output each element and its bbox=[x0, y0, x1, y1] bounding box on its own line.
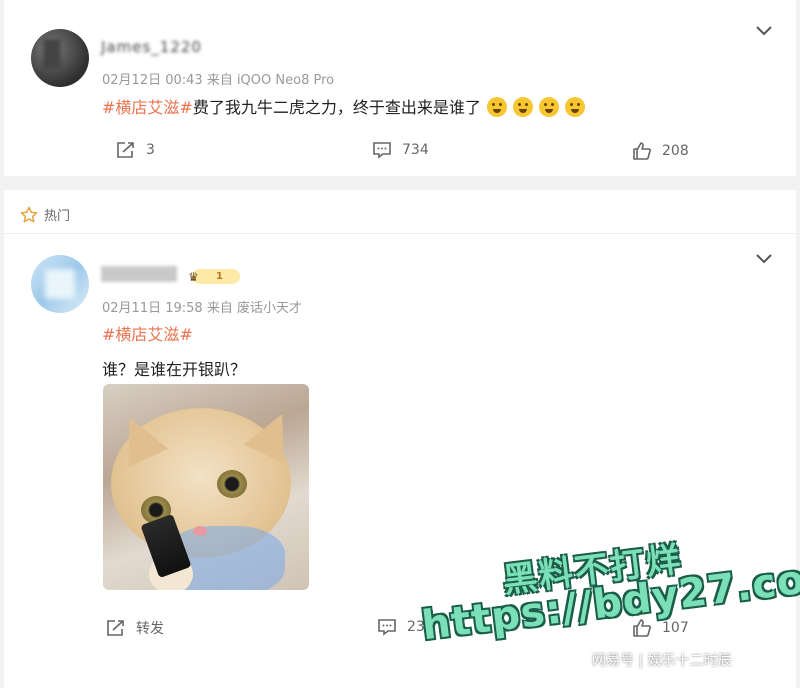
crying-emoji-icon bbox=[486, 97, 507, 117]
like-button[interactable]: 107 bbox=[632, 618, 689, 638]
crown-icon: ♛ bbox=[188, 269, 199, 284]
like-button[interactable]: 208 bbox=[632, 141, 689, 161]
like-count: 107 bbox=[662, 620, 689, 636]
post-meta: 02月11日 19:58 来自 废话小天才 bbox=[102, 301, 302, 316]
repost-button[interactable]: 转发 bbox=[106, 618, 164, 638]
source-credit: 网易号 | 娱乐十二时辰 bbox=[592, 653, 732, 669]
comment-icon bbox=[378, 619, 396, 636]
post-image[interactable] bbox=[103, 384, 309, 590]
post-body: 谁？是谁在开银趴？ bbox=[102, 360, 247, 379]
repost-button[interactable]: 3 bbox=[116, 141, 155, 159]
username[interactable]: James_1220 bbox=[101, 38, 202, 56]
comment-count: 23 bbox=[407, 619, 425, 635]
star-icon bbox=[20, 206, 38, 222]
post-meta: 02月12日 00:43 来自 iQOO Neo8 Pro bbox=[102, 73, 335, 88]
chevron-down-icon[interactable] bbox=[756, 254, 772, 264]
hashtag-link[interactable]: #横店艾滋# bbox=[102, 98, 193, 117]
comment-button[interactable]: 23 bbox=[377, 618, 425, 636]
crying-emoji-icon bbox=[512, 97, 533, 117]
repost-count: 3 bbox=[146, 142, 155, 158]
hot-label: 热门 bbox=[44, 209, 71, 224]
comment-count: 734 bbox=[402, 142, 429, 158]
avatar[interactable] bbox=[31, 29, 89, 87]
badge-level: 1 bbox=[216, 271, 223, 282]
post-body: 费了我九牛二虎之力，终于查出来是谁了 bbox=[192, 98, 481, 117]
cat-illustration bbox=[109, 404, 303, 590]
hot-section-header: 热门 bbox=[20, 205, 70, 224]
repost-label: 转发 bbox=[136, 621, 164, 637]
crying-emoji-icon bbox=[538, 97, 559, 117]
thumbs-up-icon bbox=[633, 619, 651, 637]
post-card-3 bbox=[4, 668, 796, 688]
share-icon bbox=[117, 142, 134, 158]
divider bbox=[4, 233, 796, 234]
post-text: #横店艾滋#费了我九牛二虎之力，终于查出来是谁了 bbox=[102, 94, 585, 118]
vip-badge: ♛ 1 bbox=[188, 269, 240, 284]
like-count: 208 bbox=[662, 143, 689, 159]
username-blurred[interactable] bbox=[101, 266, 177, 282]
avatar[interactable] bbox=[31, 255, 89, 313]
thumbs-up-icon bbox=[633, 142, 651, 160]
comment-icon bbox=[373, 142, 391, 159]
hashtag-link[interactable]: #横店艾滋# bbox=[102, 321, 193, 345]
share-icon bbox=[107, 620, 124, 636]
comment-button[interactable]: 734 bbox=[372, 141, 429, 159]
crying-emoji-icon bbox=[564, 97, 585, 117]
chevron-down-icon[interactable] bbox=[756, 26, 772, 36]
